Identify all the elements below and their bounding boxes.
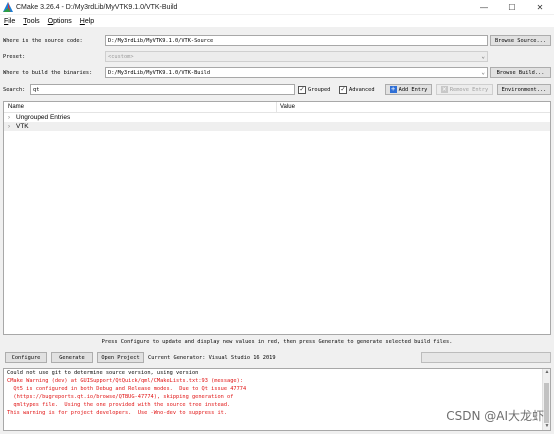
menu-help[interactable]: Help bbox=[80, 18, 94, 25]
chevron-right-icon[interactable]: › bbox=[8, 115, 16, 121]
minimize-button[interactable]: — bbox=[470, 0, 498, 14]
menu-bar: File Tools Options Help bbox=[0, 15, 554, 27]
grouped-checkbox[interactable]: ✓ Grouped bbox=[298, 84, 330, 95]
window-title: CMake 3.26.4 - D:/My3rdLib/MyVTK9.1.0/VT… bbox=[16, 3, 178, 11]
generate-button[interactable]: Generate bbox=[51, 352, 93, 363]
source-label: Where is the source code: bbox=[3, 37, 83, 44]
current-generator-label: Current Generator: Visual Studio 16 2019 bbox=[148, 354, 276, 361]
browse-source-button[interactable]: Browse Source... bbox=[490, 35, 551, 46]
build-path-value: D:/My3rdLib/MyVTK9.1.0/VTK-Build bbox=[108, 69, 211, 76]
log-line: (https://bugreports.qt.io/browse/QTBUG-4… bbox=[7, 394, 234, 400]
cache-tree[interactable]: Name Value › Ungrouped Entries › VTK bbox=[3, 101, 551, 335]
preset-label: Preset: bbox=[3, 53, 26, 60]
tree-row[interactable]: › VTK bbox=[4, 122, 550, 131]
log-line: CMake Warning (dev) at GUISupport/QtQuic… bbox=[7, 378, 243, 384]
scroll-down-icon[interactable]: ▼ bbox=[543, 423, 550, 430]
menu-options[interactable]: Options bbox=[48, 18, 72, 25]
menu-tools[interactable]: Tools bbox=[23, 18, 39, 25]
title-bar: CMake 3.26.4 - D:/My3rdLib/MyVTK9.1.0/VT… bbox=[0, 0, 554, 14]
progress-bar bbox=[421, 352, 551, 363]
source-path-input[interactable]: D:/My3rdLib/MyVTK9.1.0/VTK-Source bbox=[105, 35, 488, 46]
environment-button[interactable]: Environment... bbox=[497, 84, 551, 95]
configure-hint: Press Configure to update and display ne… bbox=[101, 339, 453, 345]
cmake-logo-icon bbox=[3, 2, 13, 12]
build-label: Where to build the binaries: bbox=[3, 69, 93, 76]
remove-entry-button[interactable]: ✕ Remove Entry bbox=[436, 84, 493, 95]
advanced-checkbox[interactable]: ✓ Advanced bbox=[339, 84, 375, 95]
remove-icon: ✕ bbox=[440, 85, 448, 93]
check-icon: ✓ bbox=[339, 85, 347, 94]
open-project-button[interactable]: Open Project bbox=[97, 352, 144, 363]
name-column-header[interactable]: Name bbox=[4, 102, 277, 112]
chevron-down-icon: ⌄ bbox=[481, 69, 485, 76]
preset-value: <custom> bbox=[108, 53, 134, 60]
tree-row-label: Ungrouped Entries bbox=[16, 114, 71, 121]
tree-header: Name Value bbox=[4, 102, 550, 113]
tree-row[interactable]: › Ungrouped Entries bbox=[4, 113, 550, 122]
scroll-up-icon[interactable]: ▲ bbox=[543, 369, 550, 376]
preset-combobox[interactable]: <custom> ⌄ bbox=[105, 51, 488, 62]
log-line: Could not use git to determine source ve… bbox=[7, 370, 199, 376]
chevron-right-icon[interactable]: › bbox=[8, 124, 16, 130]
close-button[interactable]: ✕ bbox=[526, 0, 554, 14]
tree-row-label: VTK bbox=[16, 123, 29, 130]
search-label: Search: bbox=[3, 86, 26, 93]
check-icon: ✓ bbox=[298, 85, 306, 94]
chevron-down-icon: ⌄ bbox=[481, 53, 485, 60]
value-column-header[interactable]: Value bbox=[277, 102, 295, 112]
add-entry-button[interactable]: + Add Entry bbox=[385, 84, 432, 95]
scroll-thumb[interactable] bbox=[544, 383, 549, 423]
configure-button[interactable]: Configure bbox=[5, 352, 47, 363]
build-path-combobox[interactable]: D:/My3rdLib/MyVTK9.1.0/VTK-Build ⌄ bbox=[105, 67, 488, 78]
watermark: CSDN @AI大龙虾 bbox=[446, 409, 544, 423]
browse-build-button[interactable]: Browse Build... bbox=[490, 67, 551, 78]
add-icon: + bbox=[389, 85, 397, 93]
menu-file[interactable]: File bbox=[4, 18, 15, 25]
maximize-button[interactable]: ☐ bbox=[498, 0, 526, 14]
log-line: Qt5 is configured in both Debug and Rele… bbox=[7, 386, 247, 392]
search-input[interactable]: qt bbox=[30, 84, 295, 95]
